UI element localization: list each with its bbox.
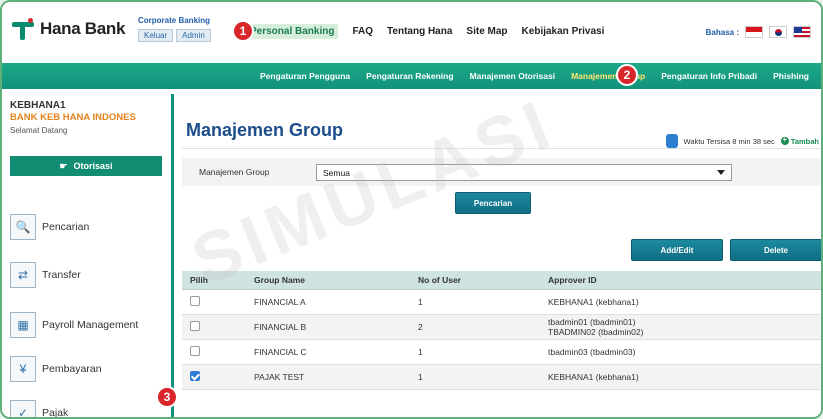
sidebar: KEBHANA1 BANK KEB HANA INDONES Selamat D… — [2, 94, 174, 419]
tambah-label: Tambah — [790, 136, 819, 146]
sidebar-item-label: Pembayaran — [42, 363, 102, 375]
session-text: Waktu Tersisa 8 min 38 sec — [683, 136, 775, 146]
step-badge-1: 1 — [232, 20, 254, 42]
sidebar-item-label: Transfer — [42, 269, 81, 281]
welcome-text: Selamat Datang — [10, 126, 68, 135]
logo-text: Hana Bank — [40, 19, 126, 38]
table-row[interactable]: FINANCIAL A 1 KEBHANA1 (kebhana1) — [182, 289, 821, 315]
approver-cell: tbadmin03 (tbadmin03) — [548, 339, 821, 365]
corporate-banking-box: Corporate Banking Keluar Admin — [138, 16, 211, 42]
approver-line: TBADMIN02 (tbadmin02) — [548, 326, 644, 337]
transfer-icon: ⇄ — [10, 262, 36, 288]
row-checkbox[interactable] — [190, 320, 200, 331]
top-header: Hana Bank Corporate Banking Keluar Admin… — [2, 2, 821, 54]
filter-value: Semua — [323, 167, 350, 178]
table-row[interactable]: PAJAK TEST 1 KEBHANA1 (kebhana1) — [182, 364, 821, 390]
row-checkbox-checked[interactable] — [190, 370, 200, 381]
main-menu-bar: Pengaturan Pengguna Pengaturan Rekening … — [2, 63, 821, 89]
building-icon: ▦ — [10, 312, 36, 338]
menu-pengaturan-pengguna[interactable]: Pengaturan Pengguna — [260, 71, 350, 81]
sidebar-item-transfer[interactable]: ⇄ Transfer — [10, 262, 81, 288]
step-badge-2: 2 — [616, 64, 638, 86]
approver-cell: KEBHANA1 (kebhana1) — [548, 364, 821, 390]
logout-button[interactable]: Keluar — [138, 29, 174, 42]
main-content: Manajemen Group Waktu Tersisa 8 min 38 s… — [177, 94, 821, 417]
sidebar-item-pencarian[interactable]: 🔍 Pencarian — [10, 214, 89, 240]
sidebar-item-label: Pencarian — [42, 221, 90, 233]
group-name-cell: PAJAK TEST — [254, 364, 418, 390]
user-count-cell: 2 — [418, 314, 548, 340]
table-header-row: Pilih Group Name No of User Approver ID — [182, 271, 821, 290]
sidebar-item-label: Pajak — [42, 407, 69, 419]
row-checkbox[interactable] — [190, 345, 200, 356]
group-name-cell: FINANCIAL B — [254, 314, 418, 340]
header-group-name: Group Name — [254, 271, 418, 290]
flag-korea-icon[interactable] — [769, 26, 787, 38]
hana-bank-logo[interactable]: Hana Bank — [12, 18, 125, 40]
filter-row: Manajemen Group Semua — [182, 158, 821, 186]
top-nav: Personal Banking FAQ Tentang Hana Site M… — [246, 24, 605, 39]
flag-indonesia-icon[interactable] — [745, 26, 763, 38]
group-table: Pilih Group Name No of User Approver ID … — [182, 271, 821, 390]
sidebar-item-label: Payroll Management — [42, 319, 139, 331]
group-name-cell: FINANCIAL C — [254, 339, 418, 365]
nav-kebijakan-privasi[interactable]: Kebijakan Privasi — [522, 26, 605, 39]
bank-name: BANK KEB HANA INDONES — [10, 112, 136, 123]
table-row[interactable]: FINANCIAL B 2 tbadmin01 (tbadmin01) TBAD… — [182, 314, 821, 340]
flag-usa-icon[interactable] — [793, 26, 811, 38]
nav-personal-banking[interactable]: Personal Banking — [246, 24, 339, 39]
language-label: Bahasa : — [705, 27, 739, 37]
user-count-cell: 1 — [418, 364, 548, 390]
group-name-cell: FINANCIAL A — [254, 289, 418, 315]
nav-site-map[interactable]: Site Map — [466, 26, 507, 39]
menu-pengaturan-info-pribadi[interactable]: Pengaturan Info Pribadi — [661, 71, 757, 81]
hana-logo-icon — [12, 18, 34, 40]
step-badge-3: 3 — [156, 386, 178, 408]
user-count-cell: 1 — [418, 289, 548, 315]
otorisasi-label: Otorisasi — [73, 161, 113, 171]
row-checkbox[interactable] — [190, 295, 200, 306]
approver-cell: KEBHANA1 (kebhana1) — [548, 289, 821, 315]
approver-cell: tbadmin01 (tbadmin01) TBADMIN02 (tbadmin… — [548, 314, 821, 340]
tambah-button[interactable]: + Tambah — [780, 136, 819, 146]
nav-tentang-hana[interactable]: Tentang Hana — [387, 26, 452, 39]
user-id: KEBHANA1 — [10, 100, 66, 111]
header-pilih: Pilih — [182, 271, 254, 290]
payment-icon: ¥ — [10, 356, 36, 382]
sidebar-item-pajak[interactable]: ✓ Pajak — [10, 400, 69, 419]
user-count-cell: 1 — [418, 339, 548, 365]
session-timer: Waktu Tersisa 8 min 38 sec + Tambah — [665, 134, 819, 148]
group-filter-select[interactable]: Semua — [316, 164, 732, 181]
search-icon: 🔍 — [10, 214, 36, 240]
add-edit-button[interactable]: Add/Edit — [631, 239, 723, 261]
table-row[interactable]: FINANCIAL C 1 tbadmin03 (tbadmin03) — [182, 339, 821, 365]
language-selector: Bahasa : — [706, 26, 811, 38]
sidebar-item-payroll[interactable]: ▦ Payroll Management — [10, 312, 138, 338]
otorisasi-button[interactable]: ☛ Otorisasi — [10, 156, 162, 176]
tax-icon: ✓ — [10, 400, 36, 417]
nav-faq[interactable]: FAQ — [352, 26, 373, 39]
approver-line: tbadmin01 (tbadmin01) — [548, 316, 636, 327]
search-button[interactable]: Pencarian — [455, 192, 531, 214]
app-frame: Hana Bank Corporate Banking Keluar Admin… — [0, 0, 823, 419]
header-no-of-user: No of User — [418, 271, 548, 290]
chevron-down-icon — [717, 170, 725, 175]
menu-manajemen-otorisasi[interactable]: Manajemen Otorisasi — [470, 71, 556, 81]
menu-phishing[interactable]: Phishing — [773, 71, 809, 81]
sidebar-item-pembayaran[interactable]: ¥ Pembayaran — [10, 356, 102, 382]
corporate-title: Corporate Banking — [138, 16, 211, 25]
otorisasi-icon: ☛ — [59, 160, 68, 171]
plus-icon: + — [780, 137, 789, 145]
menu-pengaturan-rekening[interactable]: Pengaturan Rekening — [366, 71, 453, 81]
admin-button[interactable]: Admin — [176, 29, 211, 42]
page-title: Manajemen Group — [186, 120, 344, 140]
header-approver-id: Approver ID — [548, 271, 821, 290]
title-divider — [182, 148, 821, 149]
session-icon — [665, 134, 678, 148]
filter-label: Manajemen Group — [199, 167, 270, 177]
delete-button[interactable]: Delete — [730, 239, 821, 261]
